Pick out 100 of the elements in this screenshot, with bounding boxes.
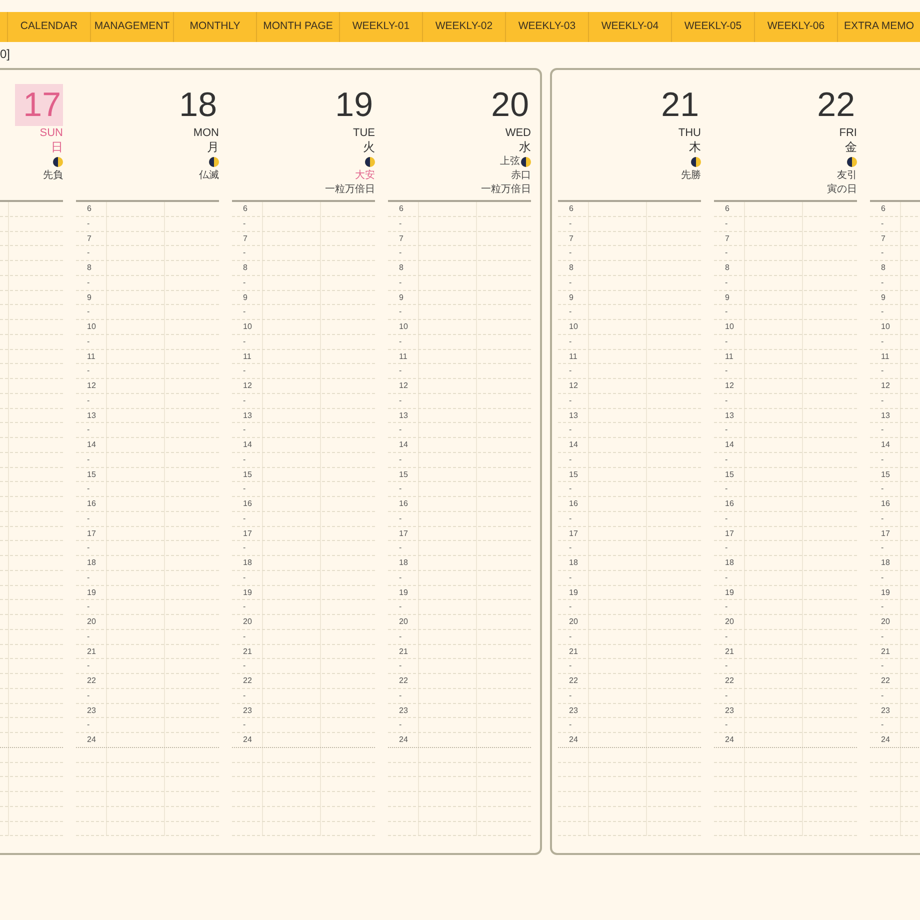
hour-label: 7 bbox=[243, 234, 248, 242]
hour-label: 13 bbox=[881, 410, 890, 420]
hour-label: 24 bbox=[569, 735, 578, 744]
hour-label: - bbox=[569, 514, 572, 523]
rokuyo-label: 仏滅 bbox=[199, 169, 219, 183]
hour-label: - bbox=[881, 661, 884, 670]
moon-phase-icon bbox=[53, 156, 63, 166]
tab[interactable]: WEEKLY-02 bbox=[422, 12, 505, 42]
hour-label: 9 bbox=[399, 292, 404, 302]
hour-label: - bbox=[399, 307, 402, 316]
hour-label: 13 bbox=[87, 410, 96, 420]
hour-label: - bbox=[399, 218, 402, 228]
hour-label: 22 bbox=[87, 676, 96, 685]
hour-label: - bbox=[569, 632, 572, 641]
hour-label: - bbox=[569, 336, 572, 346]
hour-label: - bbox=[87, 218, 90, 228]
hour-label: - bbox=[881, 248, 884, 258]
hour-label: - bbox=[569, 307, 572, 316]
hour-label: - bbox=[881, 278, 884, 287]
date-number: 21 bbox=[660, 85, 700, 126]
hour-label: 21 bbox=[569, 646, 578, 656]
hour-label: 21 bbox=[87, 646, 96, 656]
hour-label: 19 bbox=[881, 588, 890, 596]
hour-label: 16 bbox=[569, 499, 578, 508]
hour-label: 14 bbox=[569, 440, 578, 449]
hour-label: 24 bbox=[725, 735, 734, 744]
hour-label: 20 bbox=[725, 617, 734, 626]
hour-label: - bbox=[243, 720, 246, 730]
hour-label: - bbox=[87, 514, 90, 523]
hour-label: 18 bbox=[87, 558, 96, 567]
hour-label: 19 bbox=[725, 588, 734, 596]
hour-label: - bbox=[725, 425, 728, 434]
hour-label: - bbox=[725, 366, 728, 376]
hour-label: 11 bbox=[881, 352, 890, 360]
hour-label: 14 bbox=[881, 440, 890, 449]
hour-label: - bbox=[881, 396, 884, 405]
hour-label: 20 bbox=[87, 617, 96, 626]
tab[interactable]: MONTHLY bbox=[173, 12, 256, 42]
tab[interactable]: WEEKLY-05 bbox=[671, 12, 754, 42]
moon-phase-icon bbox=[691, 156, 701, 166]
hour-label: 6 bbox=[399, 204, 404, 213]
tab[interactable]: MANAGEMENT bbox=[90, 12, 173, 42]
hour-label: 22 bbox=[399, 676, 408, 685]
hour-label: - bbox=[399, 690, 402, 700]
hour-label: - bbox=[399, 366, 402, 376]
hour-label: - bbox=[725, 602, 728, 612]
hour-label: - bbox=[725, 248, 728, 258]
hour-label: 17 bbox=[569, 528, 578, 538]
hour-label: - bbox=[87, 602, 90, 612]
hour-label: - bbox=[725, 454, 728, 464]
hour-label: - bbox=[399, 278, 402, 287]
tab[interactable]: CALENDAR bbox=[7, 12, 90, 42]
tab[interactable]: WEEKLY-06 bbox=[754, 12, 837, 42]
tab[interactable]: WEEKLY-03 bbox=[505, 12, 588, 42]
hour-label: - bbox=[399, 425, 402, 434]
hour-label: 14 bbox=[399, 440, 408, 449]
hour-label: 10 bbox=[399, 322, 408, 331]
hour-label: 18 bbox=[399, 558, 408, 567]
hour-label: 23 bbox=[87, 706, 96, 714]
hour-label: - bbox=[399, 336, 402, 346]
hour-label: 11 bbox=[399, 352, 408, 360]
hour-label: - bbox=[243, 632, 246, 641]
hour-label: 10 bbox=[725, 322, 734, 331]
hour-label: - bbox=[569, 661, 572, 670]
hour-label: 11 bbox=[569, 352, 578, 360]
hour-label: - bbox=[725, 396, 728, 405]
hour-label: 18 bbox=[725, 558, 734, 567]
hour-label: 7 bbox=[569, 234, 574, 242]
hour-label: - bbox=[881, 720, 884, 730]
hour-label: 20 bbox=[243, 617, 252, 626]
hour-label: 18 bbox=[569, 558, 578, 567]
hour-label: - bbox=[725, 543, 728, 552]
hour-label: - bbox=[399, 720, 402, 730]
page-label: 0] bbox=[0, 47, 10, 61]
special-day-label: 寅の日 bbox=[827, 183, 857, 197]
moon-phase-icon bbox=[365, 156, 375, 166]
hour-label: 13 bbox=[725, 410, 734, 420]
hour-label: 9 bbox=[569, 292, 574, 302]
weekday-kanji: 金 bbox=[845, 140, 857, 154]
hour-label: 20 bbox=[569, 617, 578, 626]
tab[interactable]: WEEKLY-04 bbox=[588, 12, 671, 42]
hour-label: 7 bbox=[399, 234, 404, 242]
tab[interactable]: EXTRA MEMO bbox=[837, 12, 920, 42]
tab[interactable]: MONTH PAGE bbox=[256, 12, 339, 42]
tab[interactable]: WEEKLY-01 bbox=[339, 12, 422, 42]
rokuyo-label: 大安 bbox=[355, 169, 375, 183]
hour-label: - bbox=[569, 484, 572, 494]
hour-label: - bbox=[725, 278, 728, 287]
hour-label: - bbox=[243, 514, 246, 523]
hour-label: - bbox=[243, 366, 246, 376]
hour-label: - bbox=[725, 690, 728, 700]
hour-label: - bbox=[725, 632, 728, 641]
hour-label: 16 bbox=[881, 499, 890, 508]
hour-label: - bbox=[243, 425, 246, 434]
hour-label: - bbox=[725, 720, 728, 730]
hour-label: 22 bbox=[881, 676, 890, 685]
hour-label: 12 bbox=[569, 381, 578, 390]
hour-label: - bbox=[243, 602, 246, 612]
hour-label: - bbox=[881, 690, 884, 700]
hour-label: 6 bbox=[87, 204, 92, 213]
